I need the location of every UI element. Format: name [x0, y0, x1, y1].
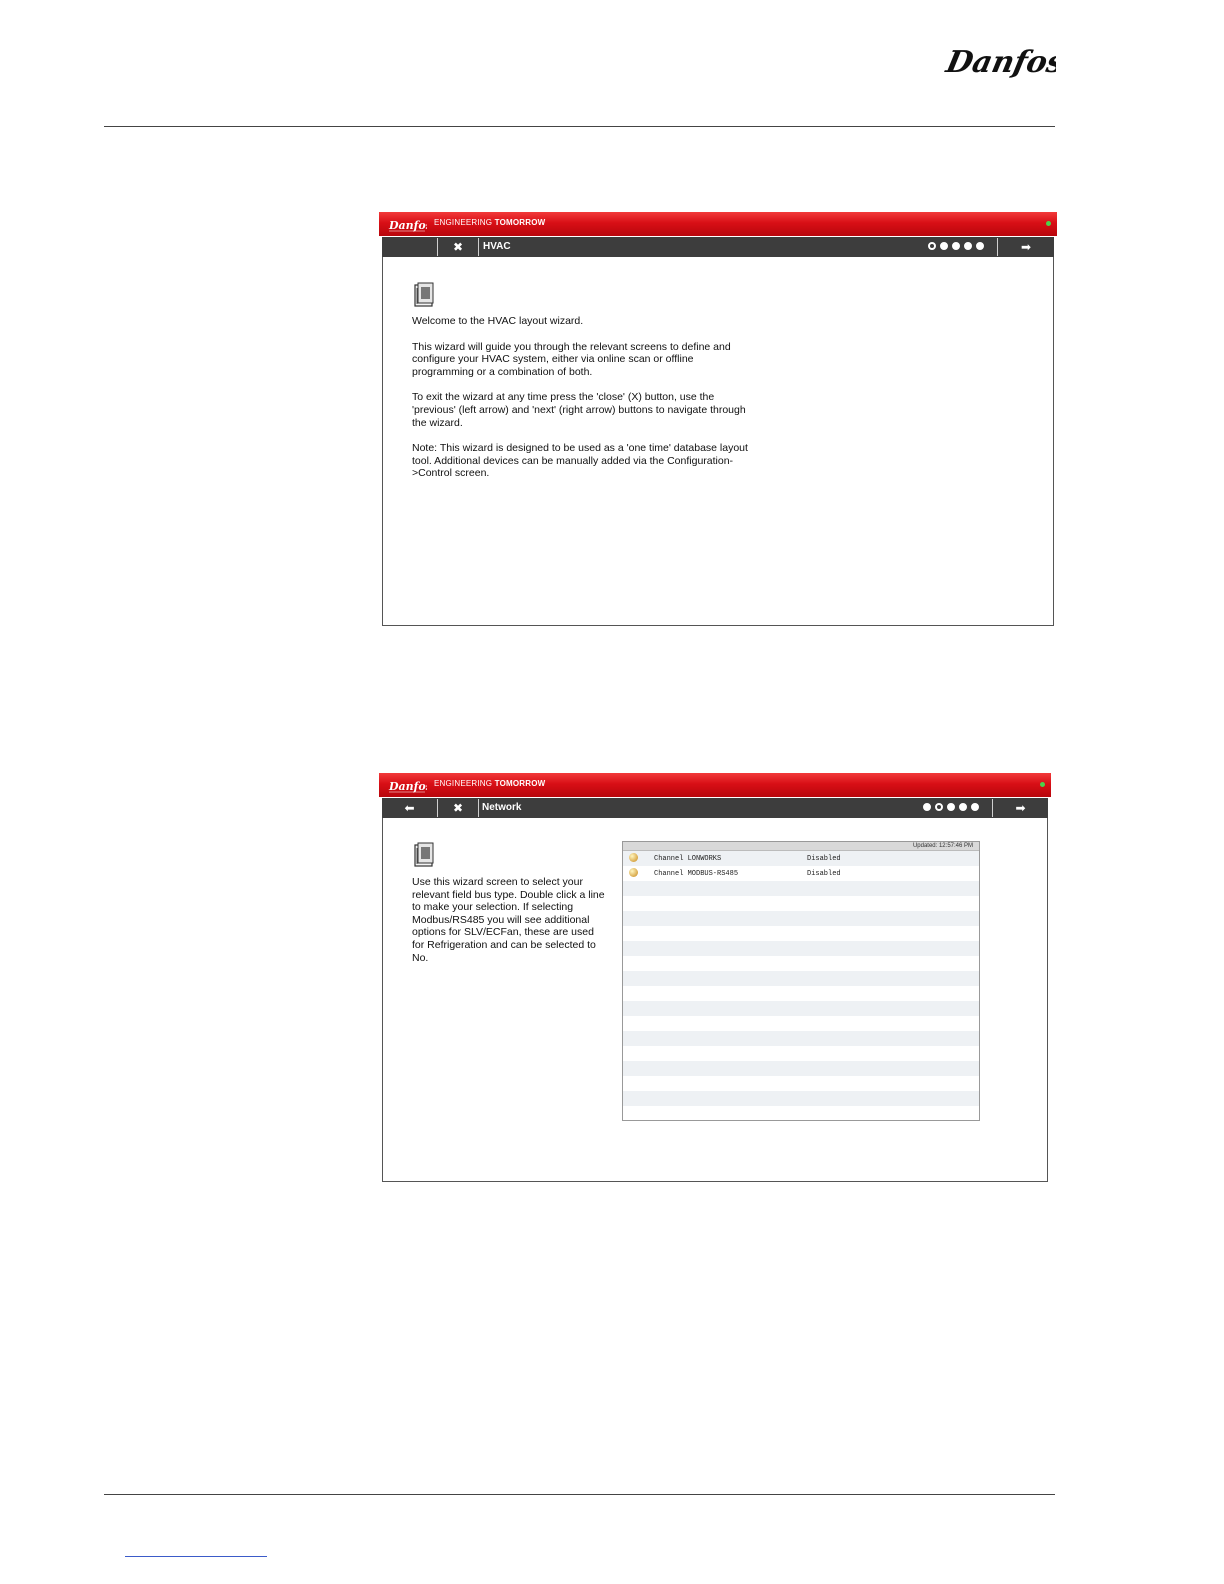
step-indicator	[923, 803, 979, 811]
wizard-content: Welcome to the HVAC layout wizard. This …	[382, 257, 1054, 626]
paragraph: Note: This wizard is designed to be used…	[412, 442, 748, 480]
step-dot	[940, 242, 948, 250]
grid-header: Updated: 12:57:46 PM	[623, 842, 979, 851]
welcome-text: Welcome to the HVAC layout wizard. This …	[412, 315, 752, 493]
empty-row	[623, 1031, 979, 1046]
banner-tagline: ENGINEERING TOMORROW	[434, 218, 546, 227]
hvac-wizard-screenshot: Danfoss ENGINEERING TOMORROW ✖ HVAC ➡	[379, 212, 1057, 629]
danfoss-brand-logo: Danfoss	[388, 219, 427, 232]
close-icon: ✖	[452, 801, 464, 815]
left-arrow-icon: ⬅	[404, 801, 415, 815]
step-dot	[928, 242, 936, 250]
wizard-title: Network	[482, 802, 522, 813]
empty-row	[623, 1061, 979, 1076]
previous-button[interactable]: ⬅	[382, 798, 437, 818]
paragraph: This wizard will guide you through the r…	[412, 340, 731, 378]
svg-text:Danfoss: Danfoss	[944, 45, 1056, 80]
fieldbus-grid: Updated: 12:57:46 PM Channel LONWORKS Di…	[622, 841, 980, 1121]
step-dot	[964, 242, 972, 250]
empty-row	[623, 1001, 979, 1016]
step-dot	[935, 803, 943, 811]
paragraph: To exit the wizard at any time press the…	[412, 391, 746, 429]
network-wizard-screenshot: Danfoss ENGINEERING TOMORROW ⬅ ✖ Network…	[379, 773, 1051, 1185]
empty-row	[623, 971, 979, 986]
channel-name: Channel MODBUS-RS485	[654, 870, 739, 878]
wizard-book-icon	[414, 282, 434, 307]
footer-rule	[104, 1494, 1055, 1495]
empty-row	[623, 1076, 979, 1091]
step-dot	[923, 803, 931, 811]
toolbar-divider	[478, 238, 479, 256]
svg-text:Danfoss: Danfoss	[388, 219, 427, 232]
step-dot	[952, 242, 960, 250]
close-button[interactable]: ✖	[438, 237, 478, 257]
table-row[interactable]: Channel MODBUS-RS485 Disabled	[623, 866, 979, 881]
status-led	[1040, 782, 1045, 787]
wizard-toolbar: ✖ HVAC ➡	[382, 237, 1054, 257]
empty-row	[623, 1046, 979, 1061]
table-row[interactable]: Channel LONWORKS Disabled	[623, 851, 979, 866]
updated-timestamp: Updated: 12:57:46 PM	[912, 843, 973, 849]
next-button[interactable]: ➡	[998, 237, 1054, 257]
wizard-title: HVAC	[483, 241, 511, 252]
app-banner: Danfoss ENGINEERING TOMORROW	[379, 773, 1051, 797]
right-arrow-icon: ➡	[1015, 801, 1026, 815]
empty-row	[623, 911, 979, 926]
empty-row	[623, 1106, 979, 1120]
empty-row	[623, 956, 979, 971]
wizard-content: Use this wizard screen to select your re…	[382, 818, 1048, 1182]
footer-link-underline[interactable]	[125, 1556, 267, 1557]
empty-row	[623, 1091, 979, 1106]
channel-icon	[629, 853, 638, 862]
step-dot	[976, 242, 984, 250]
wizard-toolbar: ⬅ ✖ Network ➡	[382, 798, 1048, 818]
empty-row	[623, 941, 979, 956]
instructions-text: Use this wizard screen to select your re…	[412, 876, 607, 977]
app-banner: Danfoss ENGINEERING TOMORROW	[379, 212, 1057, 236]
channel-icon	[629, 868, 638, 877]
step-dot	[971, 803, 979, 811]
banner-tagline: ENGINEERING TOMORROW	[434, 779, 546, 788]
danfoss-brand-logo: Danfoss	[388, 780, 427, 793]
channel-name: Channel LONWORKS	[654, 855, 722, 863]
empty-row	[623, 881, 979, 896]
empty-row	[623, 1016, 979, 1031]
danfoss-logo: Danfoss	[944, 45, 1056, 80]
grid-body: Channel LONWORKS Disabled Channel MODBUS…	[623, 851, 979, 1120]
paragraph: Welcome to the HVAC layout wizard.	[412, 315, 584, 327]
empty-row	[623, 986, 979, 1001]
step-dot	[959, 803, 967, 811]
wizard-book-icon	[414, 842, 434, 867]
close-button[interactable]: ✖	[438, 798, 478, 818]
close-icon: ✖	[452, 240, 464, 254]
empty-row	[623, 926, 979, 941]
step-indicator	[928, 242, 984, 250]
next-button[interactable]: ➡	[993, 798, 1048, 818]
paragraph: Use this wizard screen to select your re…	[412, 876, 605, 964]
step-dot	[947, 803, 955, 811]
right-arrow-icon: ➡	[1020, 240, 1032, 254]
channel-status: Disabled	[807, 870, 841, 878]
toolbar-divider	[478, 799, 479, 817]
status-led	[1046, 221, 1051, 226]
header-rule	[104, 126, 1055, 127]
svg-text:Danfoss: Danfoss	[388, 780, 427, 793]
empty-row	[623, 896, 979, 911]
channel-status: Disabled	[807, 855, 841, 863]
